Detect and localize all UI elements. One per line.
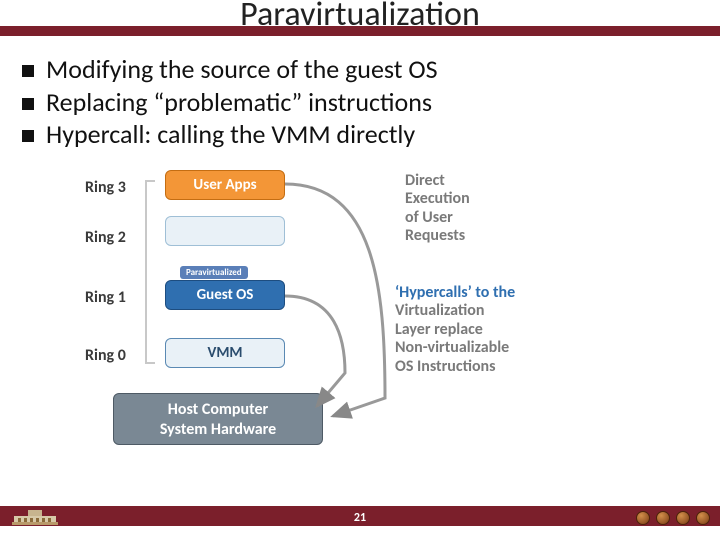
bullet-text: Hypercall: calling the VMM directly: [46, 119, 415, 150]
ring0-label: Ring 0: [85, 346, 126, 365]
footer-dot-icon: [676, 511, 690, 525]
vmm-box: VMM: [165, 338, 285, 368]
footer-icon-group: [636, 511, 710, 525]
ring3-label: Ring 3: [85, 178, 126, 197]
paravirtualized-tag: Paravirtualized: [180, 266, 248, 279]
ring2-empty-box: [165, 216, 285, 246]
host-hardware-box: Host Computer System Hardware: [113, 393, 323, 445]
hw-line2: System Hardware: [114, 420, 322, 440]
bullet-marker: [22, 98, 34, 110]
bullet-marker: [22, 130, 34, 142]
ring1-label: Ring 1: [85, 288, 126, 307]
note-line: Non-virtualizable: [395, 339, 515, 357]
footer-dot-icon: [696, 511, 710, 525]
ring2-label: Ring 2: [85, 228, 126, 247]
guest-os-box: Guest OS: [165, 280, 285, 310]
bullet-item: Hypercall: calling the VMM directly: [22, 119, 682, 150]
note-line: Layer replace: [395, 321, 515, 339]
slide: Paravirtualization Modifying the source …: [0, 0, 720, 540]
bullet-marker: [22, 65, 34, 77]
note-line: Execution: [405, 190, 470, 208]
page-number: 21: [0, 511, 720, 525]
note-line: Virtualization: [395, 302, 515, 320]
note-line: of User: [405, 209, 470, 227]
user-apps-box: User Apps: [165, 170, 285, 200]
slide-title: Paravirtualization: [0, 0, 720, 35]
note-line: OS Instructions: [395, 358, 515, 376]
paravirt-diagram: Ring 3 Ring 2 Ring 1 Ring 0 User Apps Pa…: [85, 168, 645, 478]
hypercalls-word: ‘Hypercalls’ to the: [395, 283, 515, 302]
note-line: Requests: [405, 227, 470, 245]
footer-dot-icon: [656, 511, 670, 525]
hypercalls-note: ‘Hypercalls’ to the Virtualization Layer…: [395, 284, 515, 376]
ring-bracket: [145, 180, 155, 364]
hw-line1: Host Computer: [114, 400, 322, 420]
direct-execution-note: Direct Execution of User Requests: [405, 172, 470, 246]
note-line: ‘Hypercalls’ to the: [395, 284, 515, 302]
bullet-text: Replacing “problematic” instructions: [46, 87, 432, 118]
footer-dot-icon: [636, 511, 650, 525]
bullet-item: Replacing “problematic” instructions: [22, 87, 682, 118]
bullet-text: Modifying the source of the guest OS: [46, 54, 438, 85]
bullet-list: Modifying the source of the guest OS Rep…: [22, 52, 682, 152]
bullet-item: Modifying the source of the guest OS: [22, 54, 682, 85]
note-line: Direct: [405, 172, 470, 190]
